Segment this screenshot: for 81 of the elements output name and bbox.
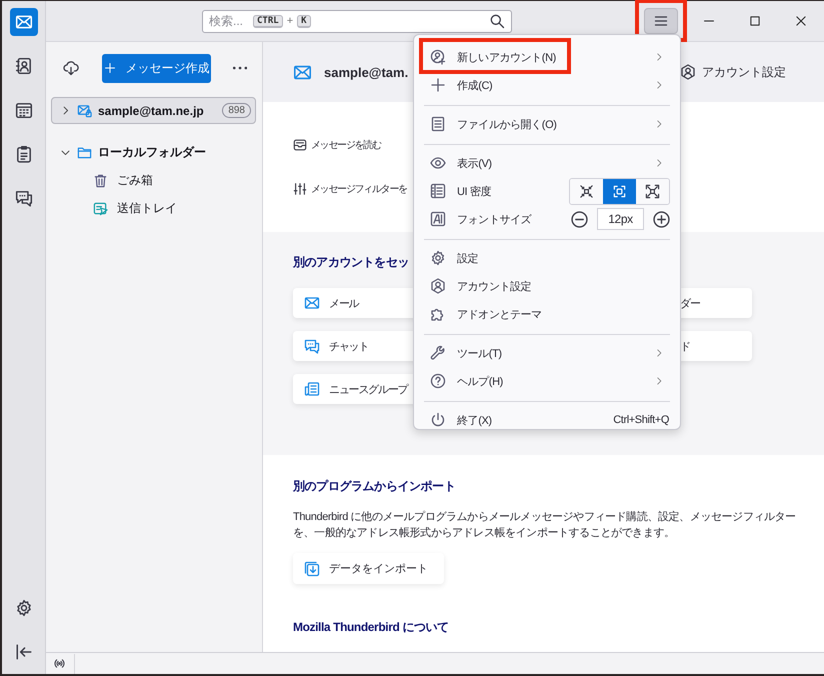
plus-icon — [430, 77, 446, 93]
section-heading: Mozilla Thunderbird について — [293, 619, 449, 636]
trash-icon — [93, 172, 108, 188]
close-icon — [795, 15, 807, 27]
search-field[interactable]: 検索... CTRL + K — [202, 10, 512, 32]
sliders-icon — [293, 182, 307, 196]
folder-row[interactable]: ごみ箱 — [51, 166, 256, 194]
folder-name: sample@tam.ne.jp — [98, 104, 204, 118]
mail-icon — [304, 295, 320, 311]
shortcut-text: Ctrl+Shift+Q — [613, 414, 669, 426]
outbox-icon — [93, 200, 108, 216]
action-link[interactable]: メッセージを読む — [293, 135, 381, 155]
settings-icon — [430, 250, 446, 266]
menu-item[interactable]: 作成(C) — [422, 71, 672, 99]
minus-icon — [571, 210, 588, 228]
decrease-button[interactable] — [571, 210, 588, 228]
mail-icon — [14, 13, 32, 31]
menu-label: UI 密度 — [457, 184, 492, 198]
section-heading: 別のプログラムからインポート — [293, 478, 456, 495]
menu-item[interactable]: 終了(X) Ctrl+Shift+Q — [422, 406, 672, 434]
font-size-value: 12px — [597, 208, 644, 230]
import-button[interactable]: データをインポート — [293, 553, 444, 584]
clipboard-icon — [14, 145, 32, 163]
chat-bubbles-icon — [14, 189, 32, 207]
wrench-icon — [430, 345, 446, 361]
normal-density-icon — [612, 184, 627, 198]
puzzle-icon — [430, 306, 446, 322]
import-icon — [304, 560, 320, 576]
folder-name: ごみ箱 — [117, 172, 153, 188]
plus-icon — [104, 62, 116, 74]
shortcut-key: K — [297, 14, 311, 28]
maximize-icon — [749, 15, 761, 27]
shortcut-plus: + — [286, 15, 294, 27]
search-placeholder: 検索... — [209, 12, 244, 30]
font-size-icon — [430, 211, 446, 227]
mail-lock-icon — [77, 103, 92, 118]
density-icon — [430, 183, 446, 199]
menu-item[interactable]: 表示(V) — [422, 149, 672, 177]
menu-label: フォントサイズ — [457, 212, 532, 226]
document-icon — [430, 116, 446, 132]
help-icon — [430, 373, 446, 389]
folder-row[interactable]: ローカルフォルダー — [51, 138, 256, 166]
settings-icon — [14, 599, 32, 617]
folder-row[interactable]: sample@tam.ne.jp 898 — [51, 97, 256, 124]
action-link[interactable]: メッセージフィルターを — [293, 179, 407, 199]
shortcut-key: CTRL — [253, 14, 283, 28]
collapse-arrow-icon — [14, 643, 32, 661]
plus-icon — [653, 210, 670, 228]
eye-icon — [430, 155, 446, 171]
folder-name: 送信トレイ — [117, 200, 177, 216]
online-status-icon — [53, 657, 66, 670]
folder-row[interactable]: 送信トレイ — [51, 194, 256, 222]
density-option[interactable] — [603, 178, 636, 204]
menu-item[interactable]: ファイルから開く(O) — [422, 110, 672, 138]
account-add-icon — [430, 49, 446, 65]
account-icon — [430, 278, 446, 294]
account-settings-button[interactable]: アカウント設定 — [680, 64, 786, 80]
import-description: Thunderbird に他のメールプログラムからメールメッセージやフィード購読、設定、メッセージフィルターを、一般的なアドレス帳形式からアドレス帳をインポートすることができます。 — [293, 510, 797, 541]
unread-count: 898 — [222, 103, 251, 118]
address-book-icon — [14, 57, 32, 75]
compose-button[interactable]: メッセージ作成 — [102, 54, 211, 82]
relaxed-density-icon — [645, 184, 660, 198]
calendar-icon — [14, 101, 32, 119]
account-title: sample@tam. — [324, 64, 408, 80]
inbox-icon — [293, 138, 307, 152]
power-icon — [430, 412, 446, 428]
menu-button[interactable] — [644, 8, 678, 34]
section-heading: 別のアカウントをセッ — [293, 254, 410, 271]
folder-name: ローカルフォルダー — [98, 144, 206, 160]
folder-icon — [77, 144, 92, 160]
newspaper-icon — [304, 381, 320, 397]
increase-button[interactable] — [653, 210, 670, 228]
account-icon — [680, 64, 696, 80]
compact-density-icon — [579, 184, 594, 198]
menu-item[interactable]: 新しいアカウント(N) — [422, 43, 672, 71]
cloud-download-icon — [62, 60, 79, 76]
more-icon — [233, 66, 248, 70]
mail-button[interactable] — [10, 8, 38, 36]
search-icon — [489, 13, 505, 29]
menu-item[interactable]: 設定 — [422, 244, 672, 272]
chat-bubbles-icon — [304, 338, 320, 354]
